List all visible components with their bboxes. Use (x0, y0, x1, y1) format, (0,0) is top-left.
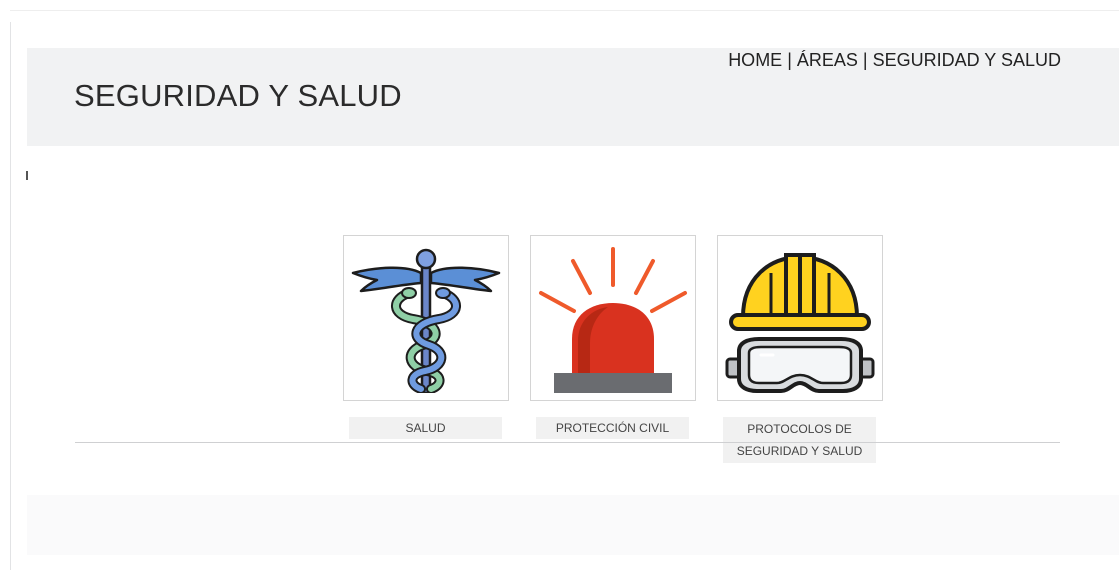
siren-icon (539, 247, 687, 393)
card-proteccion-civil[interactable]: PROTECCIÓN CIVIL (530, 235, 696, 439)
section-divider (75, 442, 1060, 443)
card-salud[interactable]: SALUD (343, 235, 509, 439)
card-proteccion-civil-label[interactable]: PROTECCIÓN CIVIL (536, 417, 689, 439)
breadcrumb: HOME | ÁREAS | SEGURIDAD Y SALUD (728, 50, 1061, 71)
breadcrumb-home[interactable]: HOME (728, 50, 782, 70)
area-cards: SALUD PROTECCIÓN CIVIL PROTOCOLOS DE SEG… (343, 235, 883, 475)
stray-mark (26, 171, 28, 180)
card-protocolos-label[interactable]: PROTOCOLOS DE SEGURIDAD Y SALUD (723, 417, 876, 463)
card-salud-tile[interactable] (343, 235, 509, 401)
card-protocolos[interactable]: PROTOCOLOS DE SEGURIDAD Y SALUD (717, 235, 883, 463)
left-rule (10, 22, 11, 570)
page-header: SEGURIDAD Y SALUD HOME | ÁREAS | SEGURID… (27, 48, 1119, 146)
card-proteccion-civil-tile[interactable] (530, 235, 696, 401)
hardhat-goggles-icon (725, 253, 875, 393)
card-salud-label[interactable]: SALUD (349, 417, 502, 439)
card-protocolos-tile[interactable] (717, 235, 883, 401)
breadcrumb-current: SEGURIDAD Y SALUD (872, 50, 1061, 70)
caduceus-icon (351, 248, 501, 393)
page: SEGURIDAD Y SALUD HOME | ÁREAS | SEGURID… (0, 0, 1119, 572)
breadcrumb-areas[interactable]: ÁREAS (797, 50, 858, 70)
breadcrumb-separator: | (782, 50, 797, 70)
page-title: SEGURIDAD Y SALUD (74, 78, 402, 113)
breadcrumb-separator: | (857, 50, 873, 70)
top-rule (10, 10, 1119, 11)
footer-band (27, 495, 1119, 555)
